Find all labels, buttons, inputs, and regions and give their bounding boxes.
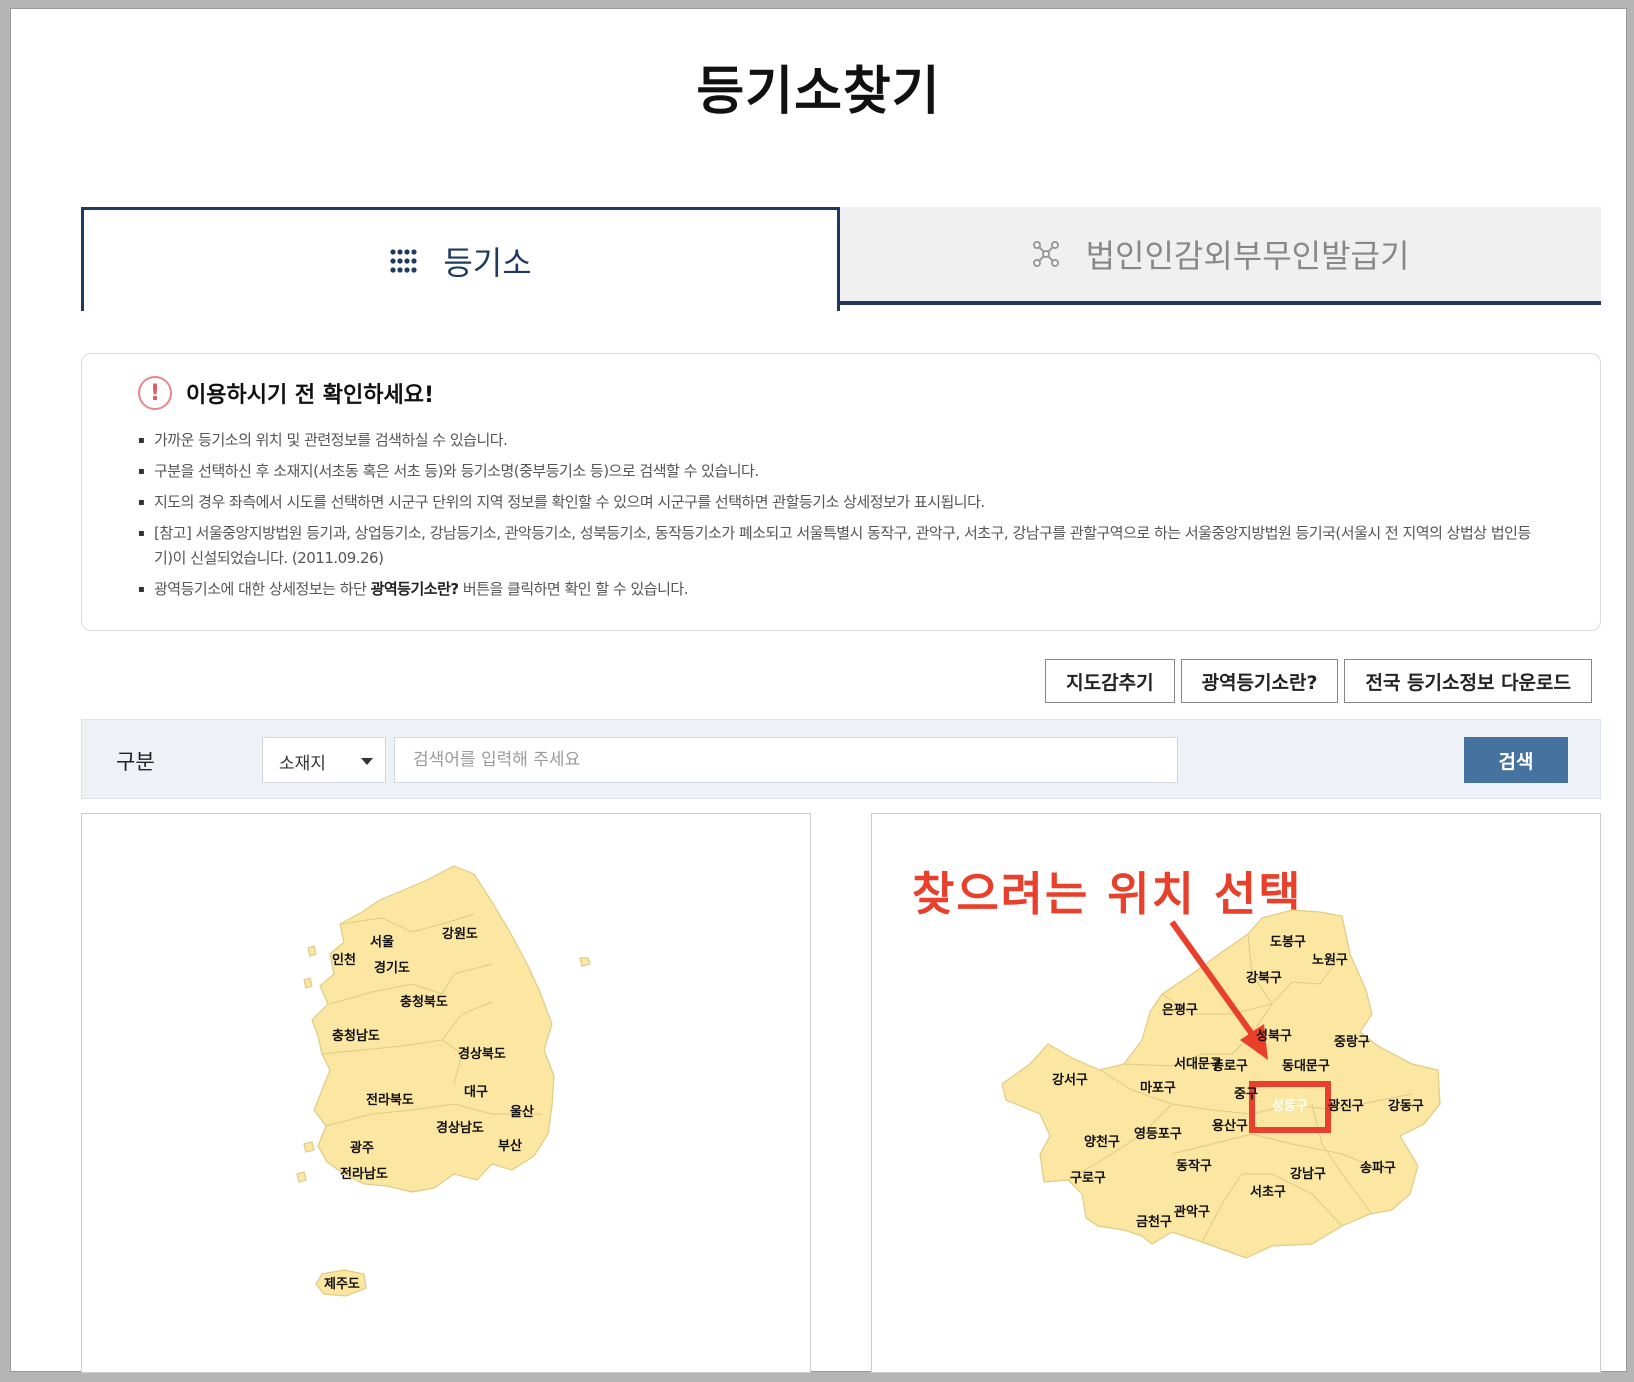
district-label[interactable]: 송파구 (1360, 1161, 1396, 1176)
notice-list: 가까운 등기소의 위치 및 관련정보를 검색하실 수 있습니다. 구분을 선택하… (138, 428, 1548, 608)
district-label[interactable]: 강동구 (1388, 1098, 1424, 1114)
district-label[interactable]: 강서구 (1052, 1072, 1088, 1088)
island-small (307, 945, 317, 957)
district-label[interactable]: 구로구 (1070, 1171, 1106, 1186)
district-label[interactable]: 서초구 (1250, 1185, 1286, 1200)
region-label[interactable]: 경기도 (374, 960, 410, 976)
category-select-value: 소재지 (279, 754, 326, 774)
region-label[interactable]: 충청남도 (332, 1028, 380, 1044)
district-label[interactable]: 종로구 (1212, 1059, 1248, 1074)
notice-header: ! 이용하시기 전 확인하세요! (138, 376, 434, 410)
korea-map: 서울 인천 강원도 경기도 충청북도 충청남도 경상북도 대구 전라북도 울산 … (296, 865, 591, 1297)
region-label[interactable]: 부산 (498, 1138, 522, 1154)
district-label[interactable]: 중구 (1234, 1087, 1258, 1102)
region-label[interactable]: 전라남도 (340, 1166, 388, 1182)
region-label[interactable]: 서울 (370, 934, 394, 950)
island-small (303, 1141, 315, 1153)
notice-item: 구분을 선택하신 후 소재지(서초동 혹은 서초 등)와 등기소명(중부등기소 … (138, 459, 1548, 484)
region-label[interactable]: 전라북도 (366, 1092, 414, 1108)
tab-bar: 등기소 법인인감외부무인발급기 (81, 207, 1601, 313)
region-label[interactable]: 충청북도 (400, 994, 448, 1010)
district-label[interactable]: 영등포구 (1134, 1127, 1182, 1142)
district-label[interactable]: 광진구 (1328, 1098, 1364, 1114)
district-label[interactable]: 마포구 (1140, 1080, 1176, 1096)
dot-grid-icon (389, 248, 417, 274)
tab-registry-label: 등기소 (443, 243, 532, 282)
district-label[interactable]: 양천구 (1084, 1135, 1120, 1150)
search-input[interactable] (394, 737, 1178, 783)
seoul-map: 도봉구 노원구 강북구 은평구 성북구 중랑구 강서구 서대문구 종로구 동대문… (1001, 909, 1441, 1259)
page-frame: 등기소찾기 등기소 법인인감외부무인발급기 ! 이용하시기 전 확인하세요! ▪… (10, 8, 1627, 1373)
tab-kiosk-label: 법인인감외부무인발급기 (1085, 237, 1410, 275)
notice-text: 광역등기소에 대한 상세정보는 하단 (154, 580, 371, 598)
island-small (296, 1171, 307, 1183)
district-label[interactable]: 노원구 (1312, 953, 1348, 968)
region-label[interactable]: 강원도 (442, 926, 478, 942)
district-label[interactable]: 용산구 (1212, 1118, 1248, 1134)
district-label[interactable]: 은평구 (1162, 1002, 1198, 1018)
notice-item: [참고] 서울중앙지방법원 등기과, 상업등기소, 강남등기소, 관악등기소, … (138, 521, 1548, 571)
district-label[interactable]: 금천구 (1136, 1215, 1172, 1230)
tab-registry[interactable]: 등기소 (81, 207, 840, 311)
notice-title: 이용하시기 전 확인하세요! (186, 383, 434, 408)
regional-registry-button[interactable]: 광역등기소란? (1180, 659, 1339, 703)
caret-down-icon (361, 758, 373, 765)
notice-text: 버튼을 클릭하면 확인 할 수 있습니다. (458, 580, 689, 598)
region-label[interactable]: 경상북도 (458, 1046, 506, 1062)
district-label[interactable]: 성동구 (1272, 1099, 1308, 1114)
korea-map-panel: 서울 인천 강원도 경기도 충청북도 충청남도 경상북도 대구 전라북도 울산 … (81, 813, 811, 1373)
region-label[interactable]: 울산 (510, 1104, 534, 1120)
notice-item: 광역등기소에 대한 상세정보는 하단 광역등기소란? 버튼을 클릭하면 확인 할… (138, 577, 1548, 602)
district-label[interactable]: 중랑구 (1334, 1035, 1370, 1050)
region-label[interactable]: 대구 (464, 1085, 488, 1100)
page-title: 등기소찾기 (696, 62, 941, 122)
region-label[interactable]: 경상남도 (436, 1120, 484, 1136)
island-small (303, 977, 313, 989)
seoul-map-panel: 찾으려는 위치 선택 도봉구 노원구 강북구 은평구 성북구 중랑구 강서구 서… (871, 813, 1601, 1373)
region-label[interactable]: 인천 (332, 952, 356, 968)
search-button[interactable]: 검색 (1464, 737, 1568, 783)
district-label[interactable]: 관악구 (1174, 1204, 1210, 1220)
district-label[interactable]: 도봉구 (1270, 935, 1306, 950)
tab-kiosk[interactable]: 법인인감외부무인발급기 (840, 207, 1601, 305)
category-select[interactable]: 소재지 (262, 737, 386, 783)
exclamation-icon: ! (138, 376, 172, 410)
network-icon (1032, 240, 1060, 268)
district-label[interactable]: 강남구 (1290, 1166, 1326, 1182)
district-label[interactable]: 성북구 (1256, 1029, 1292, 1044)
search-bar: 구분 소재지 검색 (81, 719, 1601, 799)
district-label[interactable]: 동작구 (1176, 1158, 1212, 1174)
notice-item: 지도의 경우 좌측에서 시도를 선택하면 시군구 단위의 지역 정보를 확인할 … (138, 490, 1548, 515)
search-category-label: 구분 (116, 750, 155, 774)
notice-box: ! 이용하시기 전 확인하세요! 가까운 등기소의 위치 및 관련정보를 검색하… (81, 353, 1601, 631)
region-label[interactable]: 제주도 (324, 1277, 360, 1292)
notice-emphasis: 광역등기소란? (370, 580, 460, 598)
district-label[interactable]: 동대문구 (1282, 1059, 1330, 1074)
hide-map-button[interactable]: 지도감추기 (1045, 659, 1175, 703)
region-label[interactable]: 광주 (350, 1141, 374, 1156)
action-buttons: 지도감추기 광역등기소란? 전국 등기소정보 다운로드 (1045, 659, 1592, 703)
download-button[interactable]: 전국 등기소정보 다운로드 (1344, 659, 1592, 703)
district-label[interactable]: 강북구 (1246, 970, 1282, 986)
island-ulleung (579, 957, 591, 967)
notice-item: 가까운 등기소의 위치 및 관련정보를 검색하실 수 있습니다. (138, 428, 1548, 453)
